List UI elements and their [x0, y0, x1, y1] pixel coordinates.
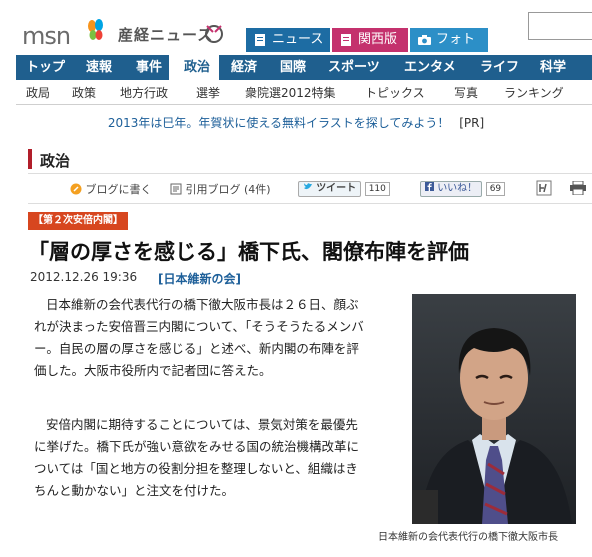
subnav-item[interactable]: トピックス	[365, 84, 425, 101]
social-bar: ブログに書く 引用ブログ (4件) ツイート 110 いいね！ 69	[28, 176, 592, 204]
subnav-item[interactable]: 政策	[72, 84, 96, 101]
site-name[interactable]: 産経ニュース	[118, 24, 213, 45]
subnav-item[interactable]: 地方行政	[120, 84, 168, 101]
quote-document-icon	[170, 183, 182, 195]
tab-label: フォト	[436, 32, 476, 47]
article-date: 2012.12.26 19:36	[30, 270, 138, 284]
article-paragraph: 日本維新の会代表代行の橋下徹大阪市長は２６日、顔ぶれが決まった安倍晋三内閣につい…	[34, 294, 370, 382]
nav-international[interactable]: 国際	[280, 55, 306, 80]
nav-politics[interactable]: 政治	[184, 55, 210, 80]
nav-life[interactable]: ライフ	[480, 55, 519, 80]
search-input[interactable]	[528, 12, 592, 40]
nav-science[interactable]: 科学	[540, 55, 566, 80]
nav-incidents[interactable]: 事件	[136, 55, 162, 80]
article-headline: 「層の厚さを感じる」橋下氏、閣僚布陣を評価	[28, 240, 469, 264]
tab-news[interactable]: ニュース	[246, 28, 330, 52]
nav-entertainment[interactable]: エンタメ	[404, 55, 456, 80]
subnav-item[interactable]: 衆院選2012特集	[245, 84, 336, 101]
subnav-item[interactable]: 選挙	[196, 84, 220, 101]
blog-label: ブログに書く	[85, 183, 152, 196]
like-label: いいね！	[437, 183, 478, 194]
facebook-like-button[interactable]: いいね！ 69	[420, 181, 506, 197]
document-icon	[341, 34, 351, 46]
tweet-button[interactable]: ツイート 110	[298, 181, 390, 197]
pr-text[interactable]: 2013年は巳年。年賀状に使える無料イラストを探してみよう！	[108, 116, 450, 130]
tweet-count: 110	[364, 182, 390, 196]
subnav-item[interactable]: ランキング	[504, 84, 564, 101]
tweet-label: ツイート	[316, 183, 357, 194]
print-icon[interactable]	[570, 181, 586, 195]
tab-kansai[interactable]: 関西版	[332, 28, 408, 52]
article-category-link[interactable]: [日本維新の会]	[158, 270, 241, 287]
pen-icon	[70, 183, 82, 195]
like-count: 69	[485, 182, 506, 196]
paragraph-text: 日本維新の会代表代行の橋下徹大阪市長は２６日、顔ぶれが決まった安倍晋三内閣につい…	[34, 297, 364, 378]
nav-economy[interactable]: 経済	[231, 55, 257, 80]
article-paragraph: 安倍内閣に期待することについては、景気対策を最優先に挙げた。橋下氏が強い意欲をみ…	[34, 414, 370, 502]
nav-top[interactable]: トップ	[26, 55, 65, 80]
tab-label: ニュース	[272, 32, 324, 47]
tab-photo[interactable]: フォト	[410, 28, 488, 52]
camera-icon	[418, 35, 431, 45]
subnav-item[interactable]: 政局	[26, 84, 50, 101]
quote-blog-button[interactable]: 引用ブログ (4件)	[170, 181, 271, 197]
msn-butterfly-icon	[88, 19, 103, 40]
nav-breaking[interactable]: 速報	[86, 55, 112, 80]
sankei-logo-icon	[205, 25, 223, 43]
category-tag[interactable]: 【第２次安倍内閣】	[28, 212, 128, 230]
section-title: 政治	[40, 152, 71, 170]
photo-caption: 日本維新の会代表代行の橋下徹大阪市長	[378, 532, 558, 543]
sub-nav: 政局 政策 地方行政 選挙 衆院選2012特集 トピックス 写真 ランキング	[16, 80, 592, 105]
msn-logo[interactable]: msn	[22, 22, 71, 50]
article-photo[interactable]	[412, 294, 576, 524]
document-icon	[255, 34, 265, 46]
facebook-icon	[425, 182, 434, 191]
tab-label: 関西版	[358, 32, 398, 47]
pr-tag: [PR]	[459, 116, 485, 130]
section-accent-bar	[28, 149, 32, 169]
subnav-item[interactable]: 写真	[454, 84, 478, 101]
hatena-bookmark-icon[interactable]	[536, 180, 552, 196]
quote-blog-count: (4件)	[244, 183, 271, 196]
nav-sports[interactable]: スポーツ	[328, 55, 380, 80]
twitter-bird-icon	[304, 183, 312, 190]
section-header	[28, 146, 592, 174]
pr-banner[interactable]: 2013年は巳年。年賀状に使える無料イラストを探してみよう！ [PR]	[0, 114, 592, 131]
paragraph-text: 安倍内閣に期待することについては、景気対策を最優先に挙げた。橋下氏が強い意欲をみ…	[34, 417, 360, 498]
blog-button[interactable]: ブログに書く	[70, 181, 152, 197]
quote-blog-label: 引用ブログ	[185, 183, 241, 196]
